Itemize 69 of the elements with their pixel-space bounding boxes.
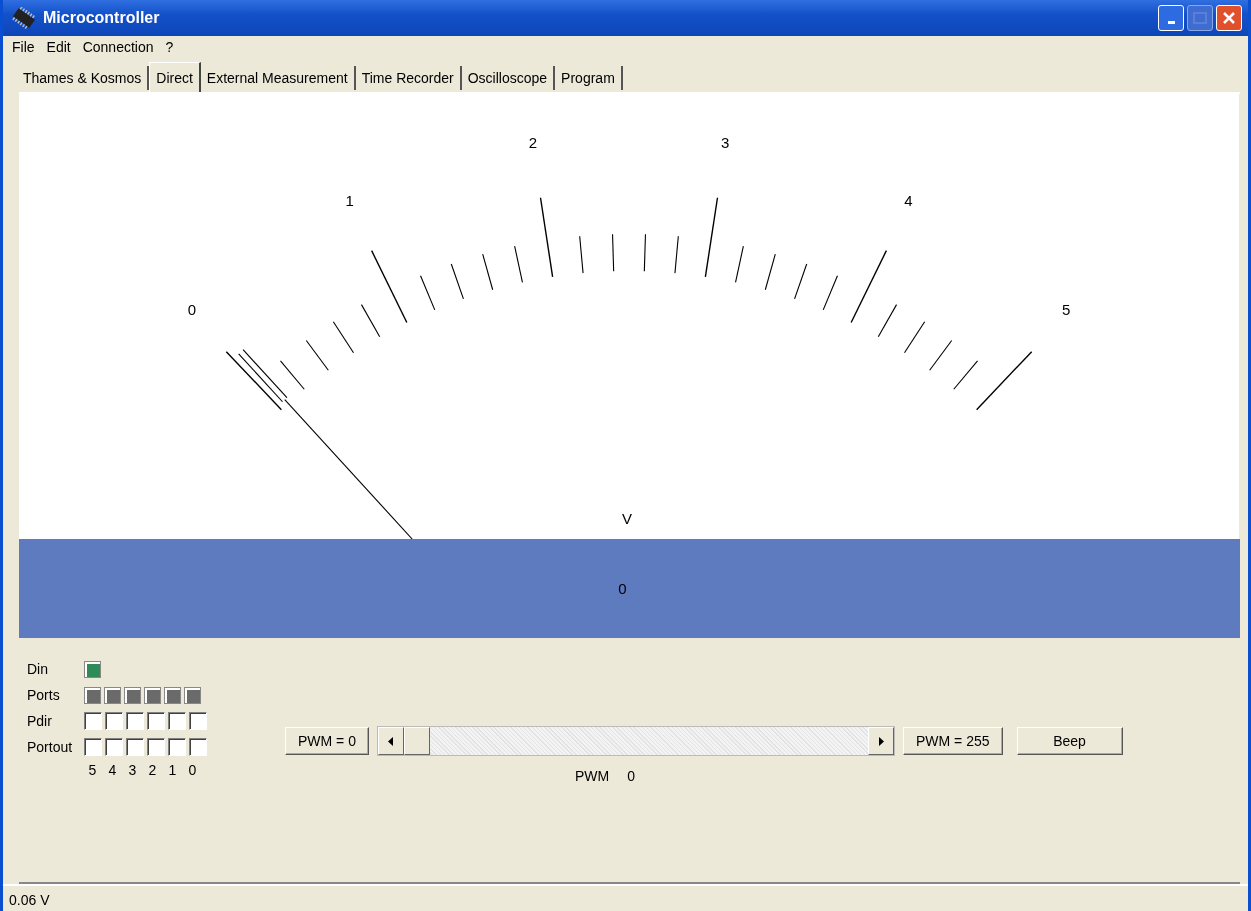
- scale-tick: [929, 339, 953, 371]
- scale-label: 2: [528, 134, 538, 152]
- scale-tick: [612, 233, 615, 272]
- unit-label: V: [622, 510, 632, 527]
- bit-number: 0: [187, 762, 198, 778]
- bit-number: 4: [107, 762, 118, 778]
- scale-tick: [735, 245, 744, 283]
- checkbox[interactable]: [147, 712, 165, 730]
- bit-number: 5: [87, 762, 98, 778]
- scale-label: 3: [720, 134, 730, 152]
- bit-number: 2: [147, 762, 158, 778]
- scale-tick: [643, 233, 646, 272]
- maximize-icon: [1193, 12, 1207, 24]
- right-triangle-icon: [877, 736, 884, 746]
- close-button[interactable]: [1216, 5, 1242, 31]
- scale-tick: [794, 263, 808, 300]
- row-label: Pdir: [27, 713, 53, 729]
- checkbox[interactable]: [147, 738, 165, 756]
- window-title: Microcontroller: [43, 9, 161, 27]
- scale-tick: [674, 235, 679, 274]
- checkbox[interactable]: [105, 712, 123, 730]
- checkbox[interactable]: [189, 738, 207, 756]
- checkbox[interactable]: [84, 712, 102, 730]
- checkbox[interactable]: [126, 738, 144, 756]
- tab[interactable]: Direct: [149, 62, 201, 92]
- scale-tick: [764, 253, 776, 291]
- checkbox[interactable]: [168, 712, 186, 730]
- row-label: Ports: [27, 687, 61, 703]
- slider-thumb[interactable]: [403, 727, 430, 755]
- scale-tick: [822, 275, 838, 311]
- menu-item[interactable]: File: [7, 39, 40, 55]
- scale-tick: [305, 339, 329, 371]
- status-text: 0.06 V: [9, 892, 50, 908]
- checkbox[interactable]: [84, 738, 102, 756]
- menu-item[interactable]: ?: [160, 39, 179, 55]
- minimize-button[interactable]: [1158, 5, 1184, 31]
- pwm-max-button[interactable]: PWM = 255: [902, 727, 1003, 755]
- scale-label: 1: [345, 191, 354, 209]
- checkbox[interactable]: [189, 712, 207, 730]
- scale-tick: [420, 275, 436, 311]
- bit-number: 1: [167, 762, 178, 778]
- pwm-slider[interactable]: [376, 726, 895, 756]
- scale-tick: [903, 321, 926, 354]
- left-triangle-icon: [387, 736, 394, 746]
- scale-tick: [332, 321, 355, 354]
- pwm-min-button[interactable]: PWM = 0: [285, 727, 369, 755]
- checkbox[interactable]: [168, 738, 186, 756]
- scale-tick: [514, 245, 523, 283]
- scale-tick: [579, 235, 584, 274]
- pwm-label: PWM: [575, 768, 610, 784]
- right-arrow-button[interactable]: [867, 727, 894, 755]
- checkbox[interactable]: [105, 738, 123, 756]
- checkbox[interactable]: [126, 712, 144, 730]
- scale-tick: [482, 253, 494, 291]
- row-label: Portout: [27, 739, 74, 755]
- close-icon: [1222, 11, 1236, 25]
- scale-label: 0: [187, 301, 197, 319]
- menu-item[interactable]: Connection: [77, 39, 159, 55]
- menu-item[interactable]: Edit: [41, 39, 76, 55]
- scale-label: 5: [1061, 301, 1071, 319]
- minimize-icon: [1167, 20, 1175, 24]
- scale-tick: [450, 263, 464, 300]
- left-arrow-button[interactable]: [377, 727, 404, 755]
- beep-button[interactable]: Beep: [1016, 727, 1123, 755]
- row-label: Din: [27, 661, 49, 677]
- bit-number: 3: [127, 762, 138, 778]
- value-text: 0: [618, 580, 628, 597]
- scale-label: 4: [904, 191, 913, 209]
- pwm-value: 0: [627, 768, 635, 784]
